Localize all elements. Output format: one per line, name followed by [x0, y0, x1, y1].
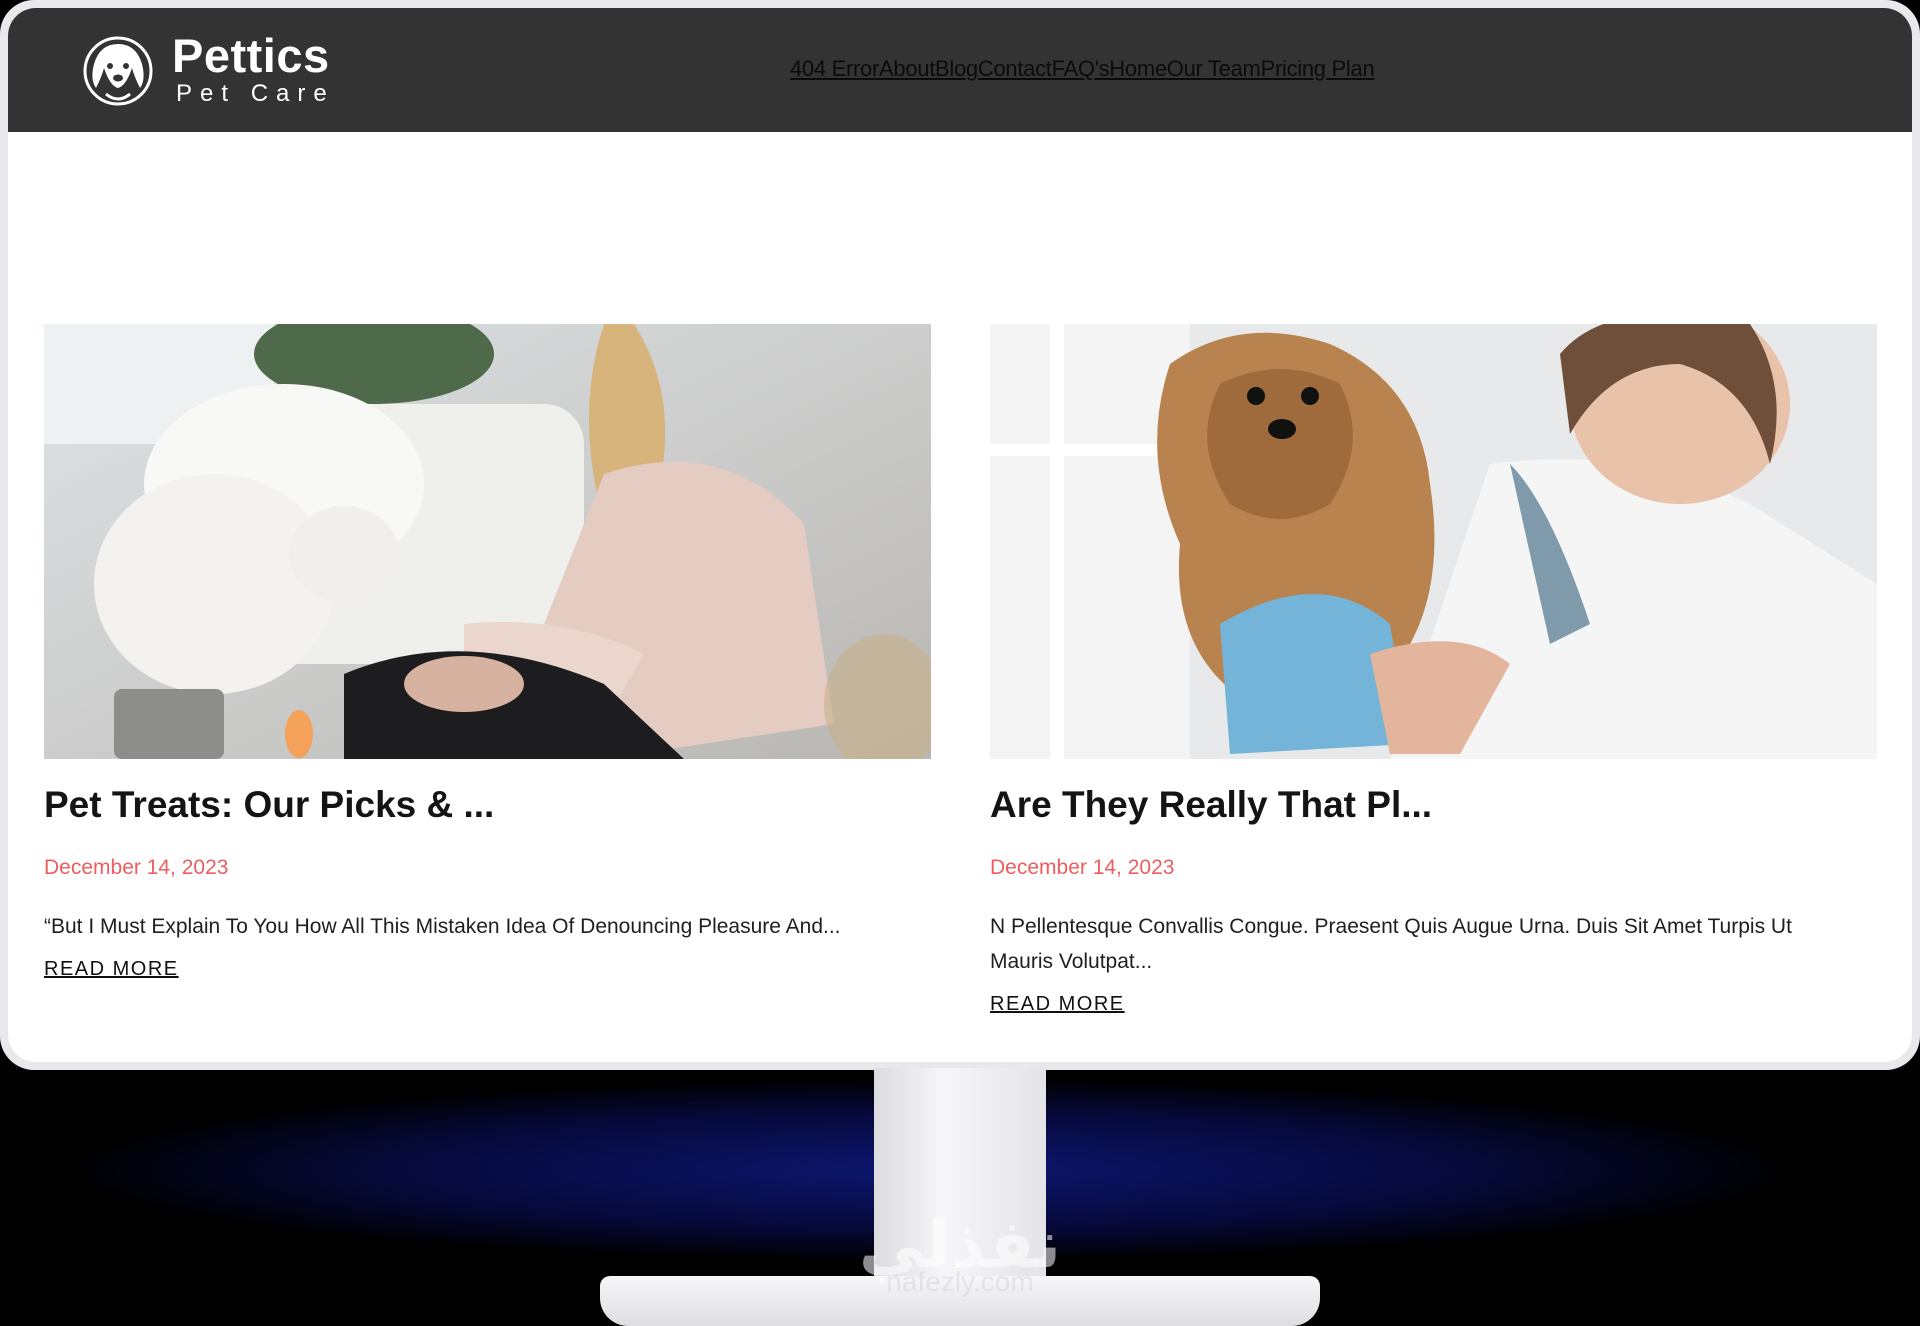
nav-item-our-team[interactable]: Our Team [1167, 56, 1261, 82]
watermark-latin-text: nafezly.com [886, 1266, 1034, 1297]
site-header: Pettics Pet Care 404 Error About Blog Co… [8, 8, 1912, 132]
brand-name: Pettics [172, 29, 330, 82]
post-date: December 14, 2023 [990, 856, 1175, 879]
nav-item-about[interactable]: About [879, 56, 935, 82]
blog-post-card: Are They Really That Pl... December 14, … [990, 324, 1877, 1016]
read-more-link[interactable]: READ MORE [990, 993, 1125, 1016]
nav-item-blog[interactable]: Blog [935, 56, 978, 82]
nav-item-pricing-plan[interactable]: Pricing Plan [1261, 56, 1375, 82]
brand-tagline: Pet Care [176, 80, 335, 107]
post-excerpt: N Pellentesque Convallis Congue. Praesen… [990, 915, 1792, 973]
website-screen: Pettics Pet Care 404 Error About Blog Co… [8, 8, 1912, 1062]
post-title[interactable]: Pet Treats: Our Picks & ... [44, 783, 931, 827]
blog-post-card: Pet Treats: Our Picks & ... December 14,… [44, 324, 931, 981]
dog-logo-icon [83, 36, 153, 106]
main-nav: 404 Error About Blog Contact FAQ's Home … [790, 56, 1375, 82]
post-title[interactable]: Are They Really That Pl... [990, 783, 1877, 827]
brand-logo[interactable]: Pettics Pet Care [80, 32, 335, 108]
nav-item-404-error[interactable]: 404 Error [790, 56, 879, 82]
site-watermark: نفذلي nafezly.com [0, 1210, 1920, 1298]
post-date: December 14, 2023 [44, 856, 229, 879]
post-image-vet-with-yorkie[interactable] [990, 324, 1877, 759]
post-excerpt: “But I Must Explain To You How All This … [44, 915, 841, 938]
nav-item-faqs[interactable]: FAQ's [1052, 56, 1110, 82]
read-more-link[interactable]: READ MORE [44, 958, 179, 981]
post-image-woman-with-dog[interactable] [44, 324, 931, 759]
nav-item-contact[interactable]: Contact [978, 56, 1052, 82]
monitor-frame: Pettics Pet Care 404 Error About Blog Co… [0, 0, 1920, 1070]
nav-item-home[interactable]: Home [1109, 56, 1167, 82]
